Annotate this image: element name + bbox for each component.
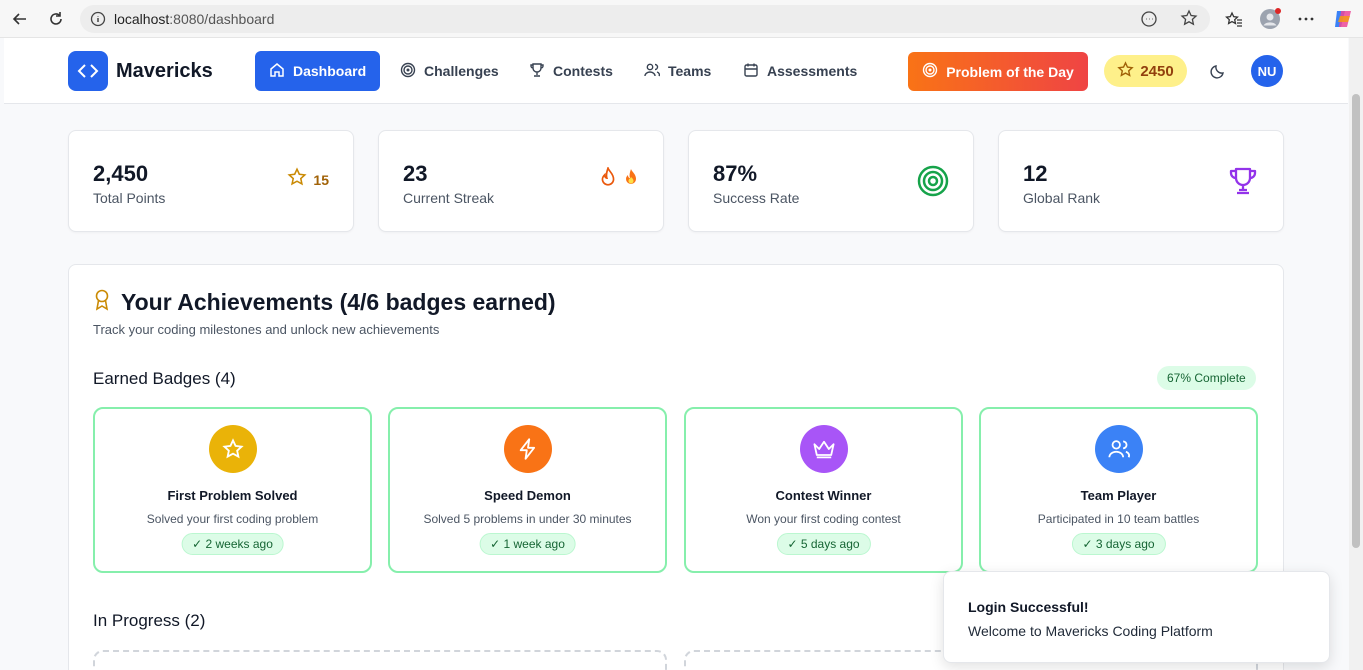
badge-name: Speed Demon (484, 488, 571, 503)
star-icon (208, 425, 257, 473)
badge-description: Participated in 10 team battles (1037, 512, 1200, 526)
calendar-icon (743, 62, 759, 81)
nav-assessments[interactable]: Assessments (729, 51, 871, 91)
logo-code-icon[interactable] (68, 51, 108, 91)
favorites-icon[interactable] (1222, 7, 1246, 31)
browser-toolbar: localhost:8080/dashboard (0, 0, 1363, 38)
trophy-icon (529, 62, 545, 81)
nav-challenges[interactable]: Challenges (386, 51, 513, 91)
info-icon[interactable] (90, 11, 106, 32)
stat-label: Current Streak (403, 190, 495, 206)
points-badge[interactable]: 2450 (1104, 55, 1187, 87)
back-icon[interactable] (8, 7, 32, 31)
app-header: Mavericks Dashboard Challenges Contests … (4, 38, 1348, 104)
achievements-header: Your Achievements (4/6 badges earned) (93, 289, 556, 316)
nav-teams-label: Teams (668, 63, 712, 79)
crown-icon (799, 425, 848, 473)
stat-value: 23 (403, 161, 428, 186)
badge-description: Won your first coding contest (746, 512, 901, 526)
trophy-icon (1227, 165, 1259, 197)
address-bar[interactable]: localhost:8080/dashboard (80, 5, 1210, 33)
home-icon (269, 62, 285, 81)
award-icon (93, 289, 111, 316)
nav-dashboard-label: Dashboard (293, 63, 367, 79)
stat-label: Success Rate (713, 190, 800, 206)
nav-teams[interactable]: Teams (630, 51, 725, 91)
stat-value: 2,450 (93, 161, 149, 186)
toast-title: Login Successful! (968, 599, 1089, 615)
nav-contests-label: Contests (553, 63, 613, 79)
stat-card-total-points: 2,450 Total Points 15 (68, 130, 354, 232)
earned-badges-heading: Earned Badges (4) (93, 369, 236, 388)
star-icon (1117, 60, 1135, 82)
fire-emoji-icon (623, 168, 639, 191)
badge-description: Solved your first coding problem (146, 512, 319, 526)
stat-card-global-rank: 12 Global Rank (998, 130, 1284, 232)
target-icon (400, 62, 416, 81)
reload-icon[interactable] (44, 7, 68, 31)
toast-message: Welcome to Mavericks Coding Platform (968, 623, 1213, 639)
badge-card[interactable]: Team Player Participated in 10 team batt… (979, 407, 1258, 573)
achievements-subtitle: Track your coding milestones and unlock … (93, 322, 440, 337)
stat-card-success-rate: 87% Success Rate (688, 130, 974, 232)
potd-label: Problem of the Day (946, 63, 1074, 80)
favorite-star-icon[interactable] (1180, 9, 1198, 32)
target-icon (917, 165, 949, 197)
profile-icon[interactable] (1258, 7, 1282, 31)
scrollbar-thumb[interactable] (1352, 94, 1360, 548)
badge-card[interactable]: Contest Winner Won your first coding con… (684, 407, 963, 573)
badge-earned-time: ✓ 1 week ago (479, 533, 576, 555)
nav-challenges-label: Challenges (424, 63, 499, 79)
stat-points-extra: 15 (287, 167, 329, 192)
badge-name: First Problem Solved (167, 488, 298, 503)
more-icon[interactable] (1294, 7, 1318, 31)
moon-icon[interactable] (1206, 59, 1230, 83)
lightning-icon (503, 425, 552, 473)
problem-of-the-day-button[interactable]: Problem of the Day (908, 52, 1088, 91)
nav-assessments-label: Assessments (767, 63, 858, 79)
url-text: localhost:8080/dashboard (114, 11, 275, 27)
stat-value: 12 (1023, 161, 1048, 186)
badge-card[interactable]: First Problem Solved Solved your first c… (93, 407, 372, 573)
stat-label: Global Rank (1023, 190, 1101, 206)
users-icon (1094, 425, 1143, 473)
badge-earned-time: ✓ 5 days ago (776, 533, 871, 555)
flame-icon (599, 165, 617, 192)
in-progress-badge-card[interactable] (93, 650, 667, 670)
login-toast[interactable]: Login Successful! Welcome to Mavericks C… (943, 571, 1330, 663)
points-value: 2450 (1140, 62, 1174, 80)
stat-card-current-streak: 23 Current Streak (378, 130, 664, 232)
nav-dashboard[interactable]: Dashboard (255, 51, 380, 91)
achievements-title: Your Achievements (4/6 badges earned) (121, 289, 556, 315)
stat-label: Total Points (93, 190, 166, 206)
badge-earned-time: ✓ 3 days ago (1071, 533, 1166, 555)
badge-description: Solved 5 problems in under 30 minutes (423, 512, 632, 526)
badge-name: Contest Winner (775, 488, 872, 503)
star-icon (287, 167, 307, 192)
badge-name: Team Player (1080, 488, 1157, 503)
avatar[interactable]: NU (1251, 55, 1283, 87)
reading-icon[interactable] (1140, 10, 1158, 33)
stat-extra-value: 15 (313, 171, 329, 188)
users-icon (644, 62, 661, 81)
streak-icons (599, 165, 639, 192)
in-progress-heading: In Progress (2) (93, 611, 206, 630)
badge-card[interactable]: Speed Demon Solved 5 problems in under 3… (388, 407, 667, 573)
completion-badge: 67% Complete (1157, 366, 1256, 390)
copilot-icon[interactable] (1331, 7, 1355, 31)
target-icon (922, 62, 938, 81)
page-scrollbar[interactable] (1349, 38, 1363, 670)
nav-contests[interactable]: Contests (515, 51, 627, 91)
stat-value: 87% (713, 161, 758, 186)
badge-earned-time: ✓ 2 weeks ago (181, 533, 284, 555)
brand-name[interactable]: Mavericks (116, 60, 213, 83)
